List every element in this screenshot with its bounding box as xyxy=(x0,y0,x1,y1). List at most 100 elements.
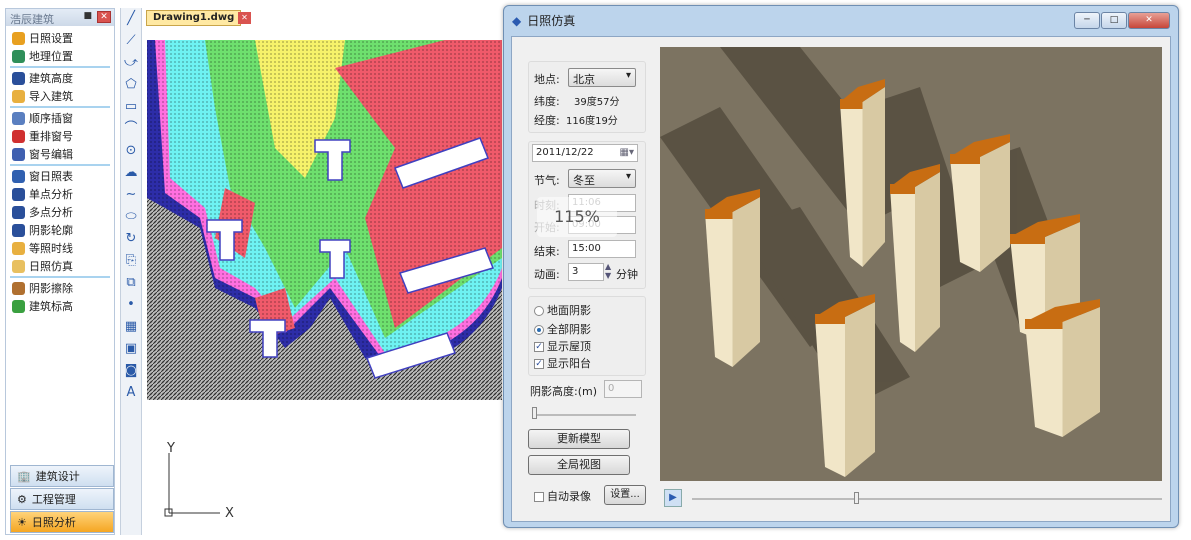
show-balcony-checkbox[interactable]: ✓ 显示阳台 xyxy=(534,355,591,371)
draw-tool-icon[interactable]: ╱ xyxy=(121,8,141,30)
panel-item-icon xyxy=(12,259,25,273)
panel-item[interactable]: 窗日照表 xyxy=(6,167,114,185)
draw-tool-icon[interactable]: • xyxy=(121,294,141,316)
panel-item-label: 阴影擦除 xyxy=(29,282,73,295)
draw-tool-icon[interactable]: ⧉ xyxy=(121,272,141,294)
tab-icon: 🏢 xyxy=(17,469,31,483)
latitude-label: 纬度: xyxy=(534,95,560,108)
close-button[interactable]: ✕ xyxy=(1128,12,1170,29)
all-shadow-radio[interactable]: 全部阴影 xyxy=(534,321,591,337)
panel-item[interactable]: 阴影轮廓 xyxy=(6,221,114,239)
panel-item-label: 建筑标高 xyxy=(29,300,73,313)
panel-item-label: 窗号编辑 xyxy=(29,148,73,161)
timeline-slider[interactable] xyxy=(692,498,1162,500)
update-model-button[interactable]: 更新模型 xyxy=(528,429,630,449)
panel-item-icon xyxy=(12,49,25,63)
draw-tool-icon[interactable]: ⎘ xyxy=(121,250,141,272)
slider-thumb[interactable] xyxy=(532,407,537,419)
draw-tool-icon[interactable]: ⊙ xyxy=(121,140,141,162)
axis-x-label: X xyxy=(225,506,234,521)
panel-item-label: 窗日照表 xyxy=(29,170,73,183)
spinner-icon[interactable]: ▲ ▼ xyxy=(605,262,611,280)
tab-label: 建筑设计 xyxy=(35,470,80,483)
radio-icon xyxy=(534,306,544,316)
panel-item[interactable]: 日照仿真 xyxy=(6,257,114,275)
building-facade xyxy=(705,212,733,367)
separator xyxy=(10,276,110,278)
panel-item[interactable]: 日照设置 xyxy=(6,29,114,47)
play-button[interactable]: ▶ xyxy=(664,489,682,507)
shadow-height-field[interactable]: 0 xyxy=(604,380,642,398)
draw-tool-icon[interactable]: ☁ xyxy=(121,162,141,184)
panel-item[interactable]: 建筑标高 xyxy=(6,297,114,315)
animation-step-field[interactable]: 3 xyxy=(568,263,604,281)
zoom-indicator: 115% xyxy=(537,197,617,237)
panel-item-label: 顺序插窗 xyxy=(29,112,73,125)
panel-item[interactable]: 导入建筑 xyxy=(6,87,114,105)
draw-tool-icon[interactable]: ⤻ xyxy=(121,52,141,74)
check-icon xyxy=(534,492,544,502)
draw-tool-icon[interactable]: ⬠ xyxy=(121,74,141,96)
close-tab-icon[interactable]: ✕ xyxy=(238,12,251,24)
panel-item-icon xyxy=(12,89,25,103)
settings-button[interactable]: 设置... xyxy=(604,485,646,505)
panel-item-label: 单点分析 xyxy=(29,188,73,201)
building-roof xyxy=(950,154,980,164)
checkbox-label: 显示阳台 xyxy=(547,357,591,370)
location-select[interactable]: 北京 xyxy=(568,68,636,87)
shadow-height-slider[interactable] xyxy=(532,414,636,416)
panel-item[interactable]: 等照时线 xyxy=(6,239,114,257)
auto-record-checkbox[interactable]: 自动录像 xyxy=(534,488,591,504)
sunlight-simulation-dialog: ◆ 日照仿真 ─ □ ✕ 地点: 北京 纬度: 39度57分 经度: 116度1… xyxy=(503,5,1179,528)
tab-drawing1[interactable]: Drawing1.dwg xyxy=(146,10,242,26)
panel-item-label: 日照仿真 xyxy=(29,260,73,273)
drawing-canvas[interactable]: Y X xyxy=(145,28,503,535)
panel-title: 浩辰建筑 xyxy=(10,13,54,26)
tab-sunlight-analysis[interactable]: ☀ 日照分析 xyxy=(10,511,114,533)
panel-item[interactable]: 顺序插窗 xyxy=(6,109,114,127)
maximize-button[interactable]: □ xyxy=(1101,12,1127,29)
building-roof xyxy=(1025,319,1063,329)
panel-item-label: 多点分析 xyxy=(29,206,73,219)
panel-item[interactable]: 建筑高度 xyxy=(6,69,114,87)
draw-tool-icon[interactable]: ▣ xyxy=(121,338,141,360)
draw-tool-icon[interactable]: ↻ xyxy=(121,228,141,250)
checkbox-label: 自动录像 xyxy=(547,490,591,503)
full-view-button[interactable]: 全局视图 xyxy=(528,455,630,475)
draw-tool-icon[interactable]: ⌒ xyxy=(121,118,141,140)
panel-item[interactable]: 多点分析 xyxy=(6,203,114,221)
panel-item[interactable]: 重排窗号 xyxy=(6,127,114,145)
tab-project-management[interactable]: ⚙ 工程管理 xyxy=(10,488,114,510)
3d-simulation-view[interactable] xyxy=(660,47,1162,481)
panel-item[interactable]: 窗号编辑 xyxy=(6,145,114,163)
sunlight-contour-drawing: Y X xyxy=(147,40,502,521)
checkbox-label: 显示屋顶 xyxy=(547,340,591,353)
location-label: 地点: xyxy=(534,73,560,86)
panel-item[interactable]: 阴影擦除 xyxy=(6,279,114,297)
ground-shadow-radio[interactable]: 地面阴影 xyxy=(534,302,591,318)
pin-icon[interactable]: ■ xyxy=(83,11,92,21)
check-icon: ✓ xyxy=(534,342,544,352)
end-time-field[interactable]: 15:00 xyxy=(568,240,636,258)
draw-tool-icon[interactable]: ⬭ xyxy=(121,206,141,228)
draw-tool-icon[interactable]: A xyxy=(121,382,141,404)
timeline-thumb[interactable] xyxy=(854,492,859,504)
draw-tool-icon[interactable]: ▭ xyxy=(121,96,141,118)
building-side xyxy=(845,302,875,477)
draw-tool-icon[interactable]: ▦ xyxy=(121,316,141,338)
solar-term-select[interactable]: 冬至 xyxy=(568,169,636,188)
calendar-icon[interactable]: ▦▾ xyxy=(620,147,634,158)
panel-item[interactable]: 单点分析 xyxy=(6,185,114,203)
date-picker[interactable]: 2011/12/22 ▦▾ xyxy=(532,144,638,162)
building-facade xyxy=(1025,322,1063,437)
close-icon[interactable]: ✕ xyxy=(97,11,111,23)
draw-tool-icon[interactable]: ◙ xyxy=(121,360,141,382)
panel-item-icon xyxy=(12,111,25,125)
tab-building-design[interactable]: 🏢 建筑设计 xyxy=(10,465,114,487)
panel-item[interactable]: 地理位置 xyxy=(6,47,114,65)
minimize-button[interactable]: ─ xyxy=(1074,12,1100,29)
draw-tool-icon[interactable]: ∼ xyxy=(121,184,141,206)
show-roof-checkbox[interactable]: ✓ 显示屋顶 xyxy=(534,338,591,354)
panel-item-label: 导入建筑 xyxy=(29,90,73,103)
draw-tool-icon[interactable]: ⟋ xyxy=(121,30,141,52)
